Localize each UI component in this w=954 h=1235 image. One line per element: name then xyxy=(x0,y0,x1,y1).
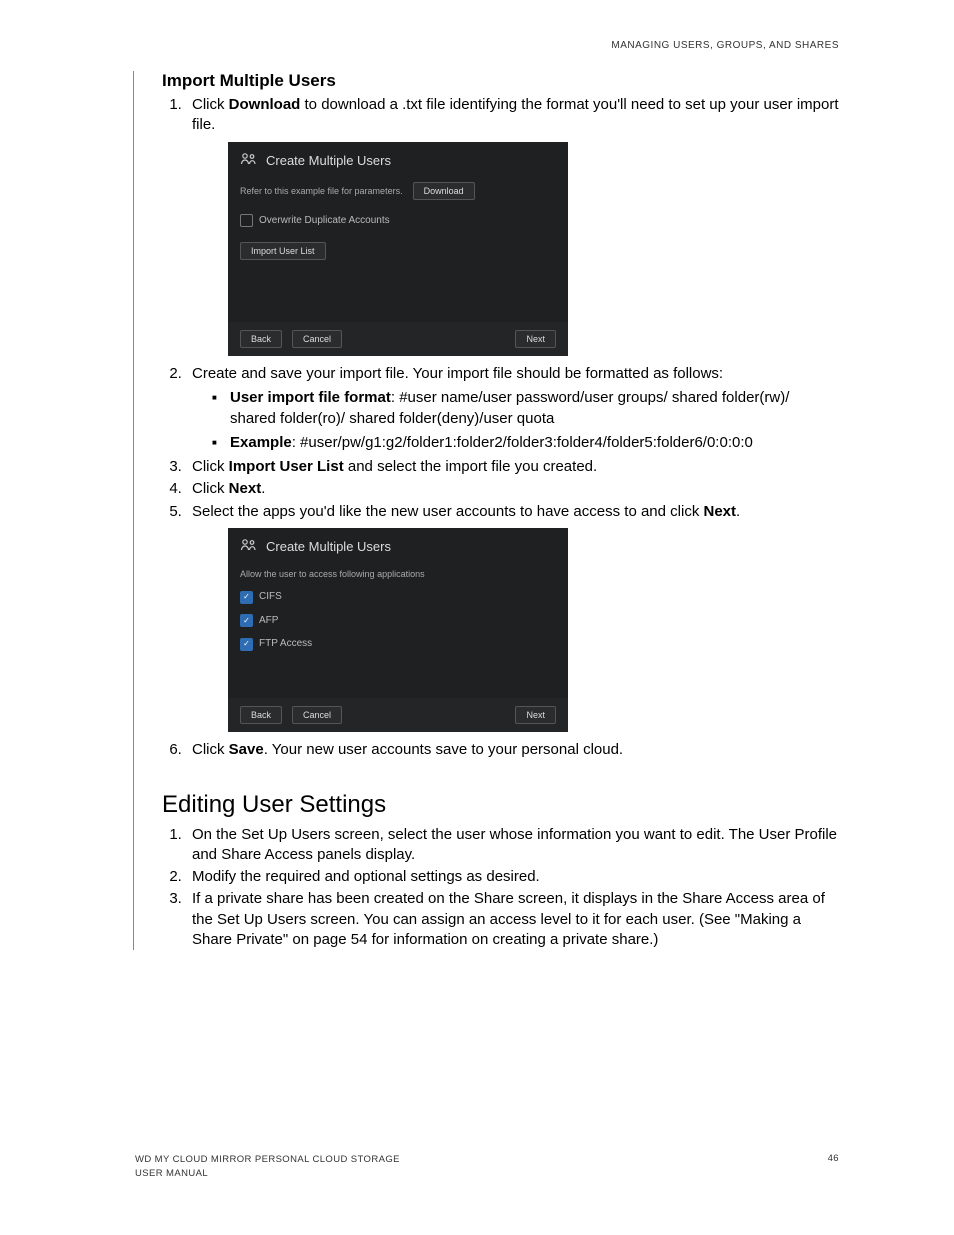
page-footer: WD MY CLOUD MIRROR PERSONAL CLOUD STORAG… xyxy=(135,1153,839,1180)
next-button[interactable]: Next xyxy=(515,706,556,724)
import-steps-list: Click Download to download a .txt file i… xyxy=(162,95,839,761)
step1-bold: Download xyxy=(229,96,301,113)
edit-steps-list: On the Set Up Users screen, select the u… xyxy=(162,825,839,951)
ftp-label: FTP Access xyxy=(259,637,312,651)
step-1: Click Download to download a .txt file i… xyxy=(186,95,839,356)
step5-bold: Next xyxy=(704,503,737,520)
page-number: 46 xyxy=(828,1153,839,1180)
param-text: Refer to this example file for parameter… xyxy=(240,185,403,197)
dialog1-body: Refer to this example file for parameter… xyxy=(228,178,568,322)
footer-doc: USER MANUAL xyxy=(135,1167,400,1180)
footer-product: WD MY CLOUD MIRROR PERSONAL CLOUD STORAG… xyxy=(135,1153,400,1166)
step5-post: . xyxy=(736,503,740,520)
edit-step-1: On the Set Up Users screen, select the u… xyxy=(186,825,839,866)
step5-pre: Select the apps you'd like the new user … xyxy=(192,503,704,520)
step2-lead: Create and save your import file. Your i… xyxy=(192,365,723,382)
bullet2-rest: : #user/pw/g1:g2/folder1:folder2/folder3… xyxy=(292,434,753,451)
import-multiple-users-heading: Import Multiple Users xyxy=(162,71,839,91)
cifs-checkbox[interactable]: ✓ xyxy=(240,591,253,604)
step3-pre: Click xyxy=(192,458,229,475)
editing-user-settings-heading: Editing User Settings xyxy=(162,791,839,819)
import-user-list-button[interactable]: Import User List xyxy=(240,242,326,260)
overwrite-checkbox[interactable] xyxy=(240,214,253,227)
back-button[interactable]: Back xyxy=(240,706,282,724)
step-4: Click Next. xyxy=(186,479,839,499)
step-3: Click Import User List and select the im… xyxy=(186,457,839,477)
step4-pre: Click xyxy=(192,480,229,497)
step-6: Click Save. Your new user accounts save … xyxy=(186,740,839,760)
edit-step-3: If a private share has been created on t… xyxy=(186,889,839,950)
app-afp-row[interactable]: ✓ AFP xyxy=(240,614,556,628)
dialog2-header: Create Multiple Users xyxy=(228,528,568,565)
create-multiple-users-dialog-1: Create Multiple Users Refer to this exam… xyxy=(228,142,568,357)
step4-bold: Next xyxy=(229,480,262,497)
step6-post: . Your new user accounts save to your pe… xyxy=(264,741,623,758)
overwrite-row[interactable]: Overwrite Duplicate Accounts xyxy=(240,214,556,228)
users-icon xyxy=(240,538,258,557)
afp-checkbox[interactable]: ✓ xyxy=(240,614,253,627)
step-5: Select the apps you'd like the new user … xyxy=(186,502,839,733)
overwrite-label: Overwrite Duplicate Accounts xyxy=(259,214,390,228)
step6-bold: Save xyxy=(229,741,264,758)
dialog1-footer: Back Cancel Next xyxy=(228,322,568,356)
dialog2-body: Allow the user to access following appli… xyxy=(228,564,568,698)
download-button[interactable]: Download xyxy=(413,182,475,200)
bullet2-bold: Example xyxy=(230,434,292,451)
cancel-button[interactable]: Cancel xyxy=(292,330,342,348)
step1-pre: Click xyxy=(192,96,229,113)
step4-post: . xyxy=(261,480,265,497)
app-cifs-row[interactable]: ✓ CIFS xyxy=(240,590,556,604)
bullet1-bold: User import file format xyxy=(230,389,391,406)
format-bullets: User import file format: #user name/user… xyxy=(192,388,839,453)
bullet-format: User import file format: #user name/user… xyxy=(212,388,839,429)
apps-description: Allow the user to access following appli… xyxy=(240,568,556,580)
step-2: Create and save your import file. Your i… xyxy=(186,364,839,453)
edit-step-2: Modify the required and optional setting… xyxy=(186,867,839,887)
app-ftp-row[interactable]: ✓ FTP Access xyxy=(240,637,556,651)
afp-label: AFP xyxy=(259,614,278,628)
create-multiple-users-dialog-2: Create Multiple Users Allow the user to … xyxy=(228,528,568,733)
dialog1-title: Create Multiple Users xyxy=(266,152,391,170)
content-column: Import Multiple Users Click Download to … xyxy=(133,71,839,950)
next-button[interactable]: Next xyxy=(515,330,556,348)
step3-post: and select the import file you created. xyxy=(344,458,597,475)
users-icon xyxy=(240,152,258,171)
step3-bold: Import User List xyxy=(229,458,344,475)
cancel-button[interactable]: Cancel xyxy=(292,706,342,724)
bullet-example: Example: #user/pw/g1:g2/folder1:folder2/… xyxy=(212,433,839,453)
dialog1-header: Create Multiple Users xyxy=(228,142,568,179)
dialog2-footer: Back Cancel Next xyxy=(228,698,568,732)
cifs-label: CIFS xyxy=(259,590,282,604)
ftp-checkbox[interactable]: ✓ xyxy=(240,638,253,651)
dialog2-title: Create Multiple Users xyxy=(266,538,391,556)
running-header: MANAGING USERS, GROUPS, AND SHARES xyxy=(115,40,839,51)
step6-pre: Click xyxy=(192,741,229,758)
back-button[interactable]: Back xyxy=(240,330,282,348)
